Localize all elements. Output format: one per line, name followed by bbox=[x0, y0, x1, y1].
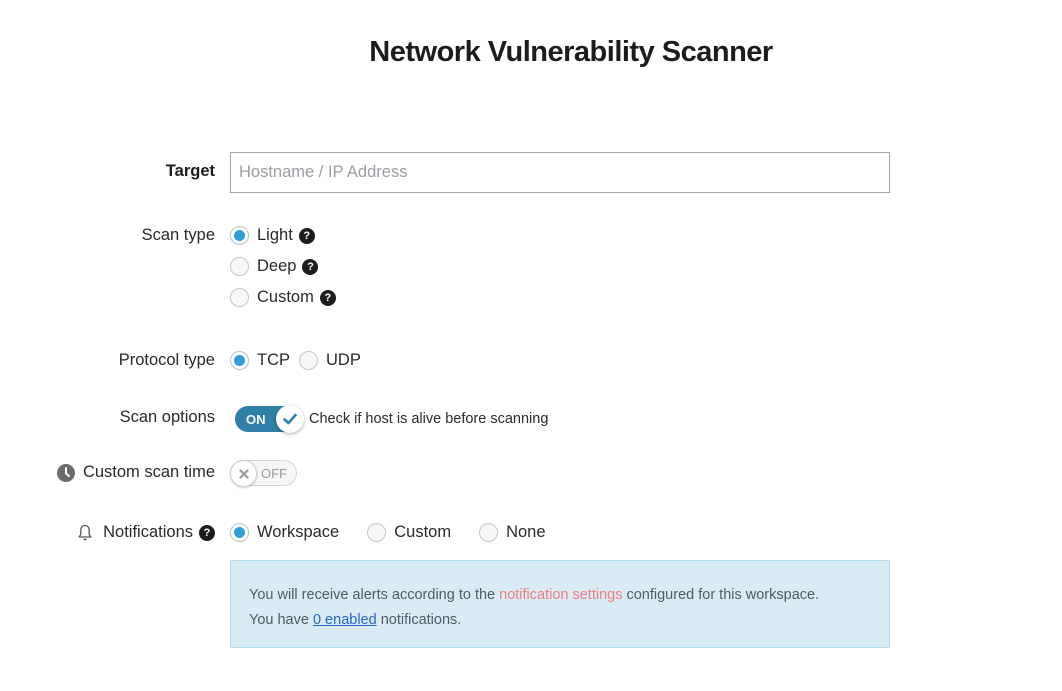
question-circle-icon[interactable]: ? bbox=[298, 227, 315, 244]
alert-line-1: You will receive alerts according to the… bbox=[249, 583, 871, 608]
radio-tcp-label: TCP bbox=[257, 351, 290, 369]
radio-tcp[interactable] bbox=[230, 351, 249, 370]
radio-light-label: Light bbox=[257, 226, 293, 244]
notifications-label-text: Notifications bbox=[103, 523, 193, 541]
custom-scan-time-label-text: Custom scan time bbox=[82, 463, 215, 481]
alert-text: You will receive alerts according to the bbox=[249, 587, 500, 603]
bell-icon bbox=[77, 524, 93, 541]
scan-options-label: Scan options bbox=[120, 408, 215, 427]
radio-none[interactable] bbox=[479, 523, 499, 542]
alert-text: configured for this workspace. bbox=[622, 587, 820, 603]
radio-none-label: None bbox=[506, 523, 546, 541]
page-title: Network Vulnerability Scanner bbox=[369, 36, 773, 68]
scan-type-label: Scan type bbox=[142, 226, 215, 245]
scan-type-label-text: Scan type bbox=[141, 226, 215, 244]
alert-line-2: You have 0 enabled notifications. bbox=[249, 608, 871, 633]
notification-option-custom[interactable]: Custom bbox=[367, 523, 451, 542]
host-alive-description: Check if host is alive before scanning bbox=[309, 411, 549, 427]
check-icon bbox=[276, 405, 304, 433]
custom-scan-time-label: Custom scan time bbox=[56, 463, 215, 482]
scan-options-label-text: Scan options bbox=[119, 408, 215, 426]
notifications-label: Notifications ? bbox=[77, 523, 215, 542]
clock-icon bbox=[56, 463, 75, 482]
radio-workspace[interactable] bbox=[230, 523, 249, 542]
notification-settings-link[interactable]: notification settings bbox=[499, 587, 622, 603]
x-icon bbox=[230, 460, 257, 487]
radio-notif-custom[interactable] bbox=[367, 523, 387, 542]
radio-light[interactable] bbox=[230, 226, 249, 245]
alert-text: notifications. bbox=[376, 612, 462, 628]
notifications-options: Workspace Custom None bbox=[230, 523, 546, 542]
target-label: Target bbox=[166, 162, 215, 181]
radio-deep[interactable] bbox=[230, 257, 249, 276]
radio-workspace-label: Workspace bbox=[257, 523, 340, 541]
scan-type-option-light[interactable]: Light ? bbox=[230, 226, 315, 245]
alert-text: You have bbox=[249, 612, 313, 628]
target-label-text: Target bbox=[165, 162, 215, 180]
host-alive-toggle[interactable]: ON bbox=[235, 405, 304, 433]
radio-notif-custom-label: Custom bbox=[394, 523, 452, 541]
custom-scan-time-toggle[interactable]: OFF bbox=[230, 460, 297, 487]
radio-deep-label: Deep bbox=[257, 257, 297, 275]
question-circle-icon[interactable]: ? bbox=[199, 524, 215, 541]
protocol-option-tcp[interactable]: TCP bbox=[230, 351, 290, 370]
protocol-type-options: TCP UDP bbox=[230, 351, 361, 370]
question-circle-icon[interactable]: ? bbox=[319, 289, 336, 306]
notification-info-alert: You will receive alerts according to the… bbox=[230, 560, 890, 648]
radio-udp-label: UDP bbox=[326, 351, 361, 369]
enabled-notifications-link[interactable]: 0 enabled bbox=[313, 612, 377, 628]
scan-type-option-custom[interactable]: Custom ? bbox=[230, 288, 336, 307]
scan-type-option-deep[interactable]: Deep ? bbox=[230, 257, 319, 276]
radio-custom[interactable] bbox=[230, 288, 249, 307]
notification-option-none[interactable]: None bbox=[479, 523, 546, 542]
target-input[interactable] bbox=[230, 152, 890, 193]
radio-custom-label: Custom bbox=[257, 288, 314, 306]
notification-option-workspace[interactable]: Workspace bbox=[230, 523, 339, 542]
radio-udp[interactable] bbox=[299, 351, 318, 370]
protocol-option-udp[interactable]: UDP bbox=[299, 351, 361, 370]
protocol-type-label-text: Protocol type bbox=[118, 351, 215, 369]
toggle-state-label: OFF bbox=[261, 465, 287, 481]
protocol-type-label: Protocol type bbox=[119, 351, 215, 370]
question-circle-icon[interactable]: ? bbox=[302, 258, 319, 275]
toggle-state-label: ON bbox=[246, 411, 266, 427]
